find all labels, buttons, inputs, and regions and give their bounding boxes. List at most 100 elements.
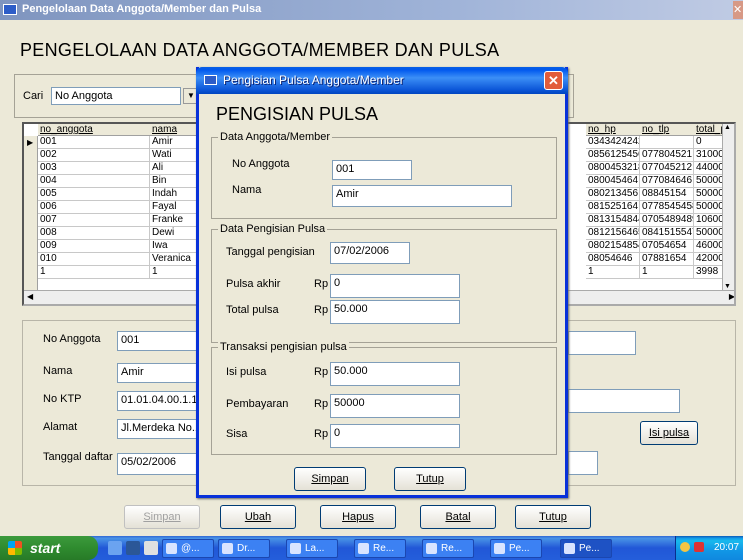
no-tlp-field[interactable]	[568, 389, 680, 413]
table-cell[interactable]: 080045464	[586, 175, 640, 188]
table-cell[interactable]	[640, 136, 694, 149]
isi-pulsa-label: Isi pulsa	[226, 366, 267, 378]
table-cell[interactable]: 0812156465	[586, 227, 640, 240]
chevron-right-icon[interactable]: ▶	[729, 292, 734, 301]
no-ktp-field[interactable]: 01.01.04.00.1.11	[117, 391, 197, 411]
tutup-button-label: Tutup	[539, 511, 567, 523]
table-cell[interactable]: 008	[38, 227, 150, 240]
tray-icon[interactable]	[694, 542, 704, 552]
dialog-simpan-label: Simpan	[311, 473, 349, 485]
table-cell[interactable]: 080213456	[586, 188, 640, 201]
no-hp-field[interactable]	[568, 331, 636, 355]
taskbar-item-label: Re...	[373, 543, 395, 554]
table-cell[interactable]: 07054654	[640, 240, 694, 253]
window-icon	[494, 543, 505, 554]
table-cell[interactable]: 0841515547	[640, 227, 694, 240]
taskbar-item[interactable]: Dr...	[218, 539, 270, 558]
batal-button-label: Batal	[445, 511, 471, 523]
header-no-tlp[interactable]: no_tlp	[640, 124, 694, 136]
chevron-down-icon[interactable]: ▼	[724, 283, 731, 290]
taskbar-item-label: La...	[305, 543, 325, 554]
table-cell[interactable]: 08054646	[586, 253, 640, 266]
dialog-nama-field[interactable]: Amir	[332, 185, 512, 207]
window-icon	[564, 543, 575, 554]
grid-vertical-scrollbar[interactable]: ▲ ▼	[722, 124, 734, 292]
tutup-button[interactable]: Tutup	[515, 505, 591, 529]
isi-pulsa-field[interactable]: 50.000	[330, 362, 460, 386]
pulsa-akhir-field[interactable]: 0	[330, 274, 460, 298]
chevron-up-icon[interactable]: ▲	[724, 124, 731, 131]
total-pulsa-dialog-field[interactable]: 50.000	[330, 300, 460, 324]
start-button[interactable]: start	[0, 536, 98, 560]
ie-icon[interactable]	[108, 541, 122, 555]
dialog-titlebar[interactable]: Pengisian Pulsa Anggota/Member ✕	[196, 67, 568, 94]
table-cell[interactable]: 003	[38, 162, 150, 175]
table-cell[interactable]: 077084646	[640, 175, 694, 188]
dialog-simpan-button[interactable]: Simpan	[294, 467, 366, 491]
header-no-anggota[interactable]: no_anggota	[38, 124, 150, 136]
sisa-field[interactable]: 0	[330, 424, 460, 448]
table-cell[interactable]: 002	[38, 149, 150, 162]
table-cell[interactable]: 004	[38, 175, 150, 188]
table-cell[interactable]: 1	[586, 266, 640, 279]
table-cell[interactable]: 007	[38, 214, 150, 227]
table-cell[interactable]: 081525164	[586, 201, 640, 214]
table-cell[interactable]: 005	[38, 188, 150, 201]
start-label: start	[30, 540, 61, 556]
desktop-icon[interactable]	[144, 541, 158, 555]
tray-icon[interactable]	[680, 542, 690, 552]
table-cell[interactable]: 0856125456	[586, 149, 640, 162]
word-icon[interactable]	[126, 541, 140, 555]
alamat-field[interactable]: Jl.Merdeka No.11	[117, 419, 197, 439]
table-cell[interactable]: 006	[38, 201, 150, 214]
sisa-currency: Rp	[314, 428, 329, 440]
search-field-select[interactable]: No Anggota	[51, 87, 181, 105]
table-cell[interactable]: 001	[38, 136, 150, 149]
header-no-hp[interactable]: no_hp	[586, 124, 640, 136]
table-cell[interactable]: 009	[38, 240, 150, 253]
dialog-no-anggota-field[interactable]: 001	[332, 160, 412, 180]
window-icon	[358, 543, 369, 554]
table-cell[interactable]: 07881654	[640, 253, 694, 266]
close-icon[interactable]: ✕	[733, 1, 743, 19]
no-ktp-label: No KTP	[43, 393, 82, 405]
table-cell[interactable]: 0343424242	[586, 136, 640, 149]
table-cell[interactable]: 010	[38, 253, 150, 266]
search-label: Cari	[23, 90, 44, 102]
table-cell[interactable]: 0778545458	[640, 201, 694, 214]
no-anggota-field[interactable]: 001	[117, 331, 197, 351]
close-icon[interactable]: ✕	[544, 71, 563, 90]
total-pulsa-field[interactable]	[568, 451, 598, 475]
table-cell[interactable]: 1	[38, 266, 150, 279]
main-titlebar[interactable]: Pengelolaan Data Anggota/Member dan Puls…	[0, 0, 743, 20]
table-cell[interactable]: 077804521	[640, 149, 694, 162]
table-cell[interactable]: 1	[640, 266, 694, 279]
dialog-tutup-button[interactable]: Tutup	[394, 467, 466, 491]
tanggal-pengisian-field[interactable]: 07/02/2006	[330, 242, 410, 264]
ubah-button[interactable]: Ubah	[220, 505, 296, 529]
window-icon	[222, 543, 233, 554]
table-cell[interactable]: 0802154854	[586, 240, 640, 253]
taskbar-item[interactable]: Re...	[422, 539, 474, 558]
taskbar-item[interactable]: La...	[286, 539, 338, 558]
pembayaran-field[interactable]: 50000	[330, 394, 460, 418]
isi-pulsa-button[interactable]: Isi pulsa	[640, 421, 698, 445]
taskbar-item[interactable]: Pe...	[490, 539, 542, 558]
table-cell[interactable]: 0813154844	[586, 214, 640, 227]
chevron-left-icon[interactable]: ◀	[27, 292, 33, 301]
batal-button[interactable]: Batal	[420, 505, 496, 529]
taskbar-item-active[interactable]: Pe...	[560, 539, 612, 558]
clock[interactable]: 20:07	[714, 536, 739, 560]
taskbar-item-label: Pe...	[509, 543, 530, 554]
tanggal-daftar-field[interactable]: 05/02/2006	[117, 453, 197, 475]
table-cell[interactable]: 077045212	[640, 162, 694, 175]
table-cell[interactable]: 0705489489	[640, 214, 694, 227]
nama-field[interactable]: Amir	[117, 363, 197, 383]
taskbar-item[interactable]: @...	[162, 539, 214, 558]
taskbar-item[interactable]: Re...	[354, 539, 406, 558]
table-cell[interactable]: 08845154	[640, 188, 694, 201]
data-pengisian-group: Data Pengisian Pulsa Tanggal pengisian 0…	[211, 223, 557, 343]
simpan-button[interactable]: Simpan	[124, 505, 200, 529]
hapus-button[interactable]: Hapus	[320, 505, 396, 529]
table-cell[interactable]: 0800453218	[586, 162, 640, 175]
